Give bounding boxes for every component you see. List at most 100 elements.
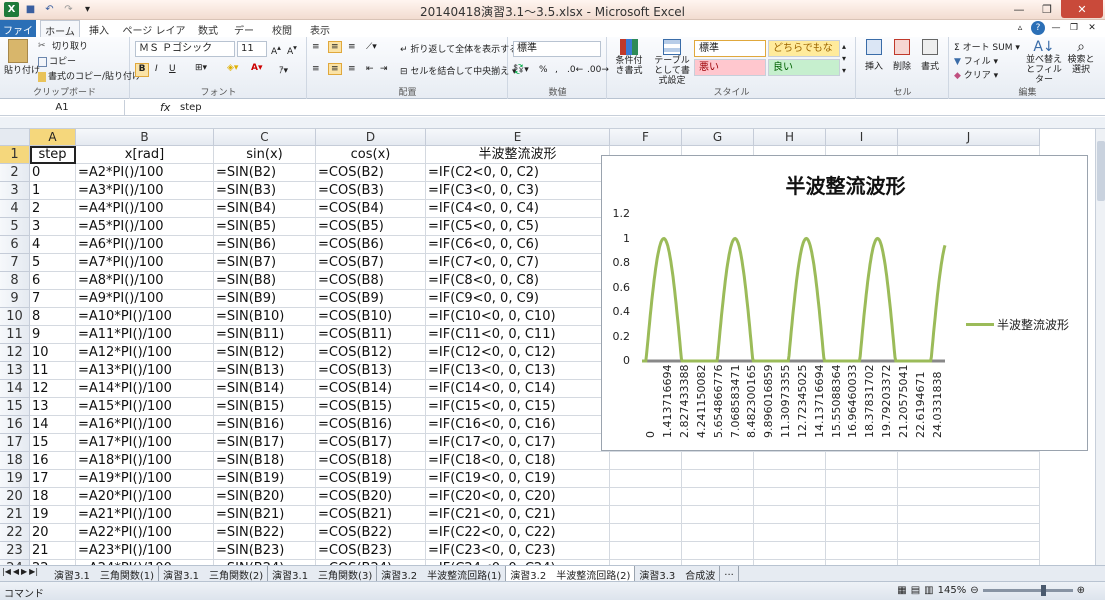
format-as-table-button[interactable]: テーブルとして書式設定 xyxy=(650,39,694,86)
style-normal[interactable]: 標準 xyxy=(694,40,766,57)
cell-b21[interactable]: =A21*PI()/100 xyxy=(76,506,214,524)
cell-c1[interactable]: sin(x) xyxy=(214,146,316,164)
increase-decimal-icon[interactable]: .0← xyxy=(567,65,583,75)
align-middle-icon[interactable]: ≡ xyxy=(328,41,342,53)
cell-j18[interactable] xyxy=(898,452,1040,470)
align-left-icon[interactable]: ≡ xyxy=(312,64,320,74)
font-color-icon[interactable]: A▾ xyxy=(251,63,262,73)
cell-d8[interactable]: =COS(B8) xyxy=(316,272,426,290)
cell-e22[interactable]: =IF(C22<0, 0, C22) xyxy=(426,524,610,542)
cell-e19[interactable]: =IF(C19<0, 0, C19) xyxy=(426,470,610,488)
cell-c12[interactable]: =SIN(B12) xyxy=(214,344,316,362)
cell-c9[interactable]: =SIN(B9) xyxy=(214,290,316,308)
cell-e16[interactable]: =IF(C16<0, 0, C16) xyxy=(426,416,610,434)
cell-h19[interactable] xyxy=(754,470,826,488)
row-header[interactable]: 14 xyxy=(0,380,30,398)
workbook-minimize-icon[interactable]: — xyxy=(1049,21,1063,35)
cell-i23[interactable] xyxy=(826,542,898,560)
cell-g23[interactable] xyxy=(682,542,754,560)
row-header[interactable]: 23 xyxy=(0,542,30,560)
cell-a15[interactable]: 13 xyxy=(30,398,76,416)
format-painter-button[interactable]: 書式のコピー/貼り付け xyxy=(38,69,141,82)
comma-button[interactable]: , xyxy=(555,65,558,75)
row-header[interactable]: 1 xyxy=(0,146,30,164)
column-header-j[interactable]: J xyxy=(898,129,1040,146)
insert-function-icon[interactable]: fx xyxy=(160,100,178,116)
row-header[interactable]: 16 xyxy=(0,416,30,434)
row-header[interactable]: 21 xyxy=(0,506,30,524)
cell-g20[interactable] xyxy=(682,488,754,506)
page-break-view-icon[interactable]: ▥ xyxy=(924,585,933,596)
conditional-format-button[interactable]: 条件付き書式 xyxy=(612,39,646,76)
last-sheet-icon[interactable]: ▶| xyxy=(29,567,38,576)
select-all-corner[interactable] xyxy=(0,129,30,146)
cell-h20[interactable] xyxy=(754,488,826,506)
cell-j20[interactable] xyxy=(898,488,1040,506)
cell-b20[interactable]: =A20*PI()/100 xyxy=(76,488,214,506)
cell-d16[interactable]: =COS(B16) xyxy=(316,416,426,434)
paste-button[interactable]: 貼り付け xyxy=(4,39,40,76)
restore-icon[interactable]: ❐ xyxy=(1033,0,1061,18)
format-cells-button[interactable]: 書式 xyxy=(917,39,943,72)
tab-home[interactable]: ホーム xyxy=(40,20,80,38)
zoom-level[interactable]: 145% xyxy=(938,585,967,596)
column-header-d[interactable]: D xyxy=(316,129,426,146)
cell-a22[interactable]: 20 xyxy=(30,524,76,542)
cell-f18[interactable] xyxy=(610,452,682,470)
cell-a21[interactable]: 19 xyxy=(30,506,76,524)
cell-d22[interactable]: =COS(B22) xyxy=(316,524,426,542)
cell-c18[interactable]: =SIN(B18) xyxy=(214,452,316,470)
row-header[interactable]: 4 xyxy=(0,200,30,218)
cell-i18[interactable] xyxy=(826,452,898,470)
number-format-select[interactable]: 標準 xyxy=(513,41,601,57)
first-sheet-icon[interactable]: |◀ xyxy=(2,567,11,576)
cut-button[interactable]: ✂ 切り取り xyxy=(38,39,88,53)
next-sheet-icon[interactable]: ▶ xyxy=(21,567,27,576)
cell-e17[interactable]: =IF(C17<0, 0, C17) xyxy=(426,434,610,452)
cell-h23[interactable] xyxy=(754,542,826,560)
cell-c2[interactable]: =SIN(B2) xyxy=(214,164,316,182)
minimize-icon[interactable]: — xyxy=(1005,0,1033,18)
cell-i21[interactable] xyxy=(826,506,898,524)
align-right-icon[interactable]: ≡ xyxy=(348,64,356,74)
tab-page-layout[interactable]: ページ レイアウト xyxy=(122,20,186,52)
italic-button[interactable]: I xyxy=(155,64,158,74)
cell-d19[interactable]: =COS(B19) xyxy=(316,470,426,488)
cell-e14[interactable]: =IF(C14<0, 0, C14) xyxy=(426,380,610,398)
cell-i19[interactable] xyxy=(826,470,898,488)
cell-i20[interactable] xyxy=(826,488,898,506)
cell-b10[interactable]: =A10*PI()/100 xyxy=(76,308,214,326)
cell-a6[interactable]: 4 xyxy=(30,236,76,254)
cell-d23[interactable]: =COS(B23) xyxy=(316,542,426,560)
cell-d6[interactable]: =COS(B6) xyxy=(316,236,426,254)
insert-cells-button[interactable]: 挿入 xyxy=(861,39,887,72)
cell-c14[interactable]: =SIN(B14) xyxy=(214,380,316,398)
cell-d2[interactable]: =COS(B2) xyxy=(316,164,426,182)
cell-c8[interactable]: =SIN(B8) xyxy=(214,272,316,290)
cell-d13[interactable]: =COS(B13) xyxy=(316,362,426,380)
cell-c20[interactable]: =SIN(B20) xyxy=(214,488,316,506)
cell-a18[interactable]: 16 xyxy=(30,452,76,470)
cell-e1[interactable]: 半波整流波形 xyxy=(426,146,610,164)
cell-e6[interactable]: =IF(C6<0, 0, C6) xyxy=(426,236,610,254)
merge-center-button[interactable]: ⊟ セルを結合して中央揃え ▾ xyxy=(400,64,517,77)
cell-e12[interactable]: =IF(C12<0, 0, C12) xyxy=(426,344,610,362)
decrease-decimal-icon[interactable]: .00→ xyxy=(587,65,609,75)
zoom-slider[interactable] xyxy=(982,585,1073,596)
cell-h18[interactable] xyxy=(754,452,826,470)
cell-j19[interactable] xyxy=(898,470,1040,488)
row-header[interactable]: 2 xyxy=(0,164,30,182)
cell-e3[interactable]: =IF(C3<0, 0, C3) xyxy=(426,182,610,200)
cell-b8[interactable]: =A8*PI()/100 xyxy=(76,272,214,290)
cell-e9[interactable]: =IF(C9<0, 0, C9) xyxy=(426,290,610,308)
cell-f23[interactable] xyxy=(610,542,682,560)
chart-legend[interactable]: 半波整流波形 xyxy=(966,316,1069,333)
name-box[interactable]: A1 xyxy=(0,100,125,116)
phonetic-icon[interactable]: ｱ▾ xyxy=(279,63,288,76)
cell-d17[interactable]: =COS(B17) xyxy=(316,434,426,452)
cell-b22[interactable]: =A22*PI()/100 xyxy=(76,524,214,542)
orientation-icon[interactable]: ⟋▾ xyxy=(366,42,377,52)
align-center-icon[interactable]: ≡ xyxy=(328,63,342,75)
copy-button[interactable]: コピー xyxy=(38,54,76,67)
sort-filter-button[interactable]: A↓ 並べ替えとフィルター xyxy=(1026,39,1062,85)
